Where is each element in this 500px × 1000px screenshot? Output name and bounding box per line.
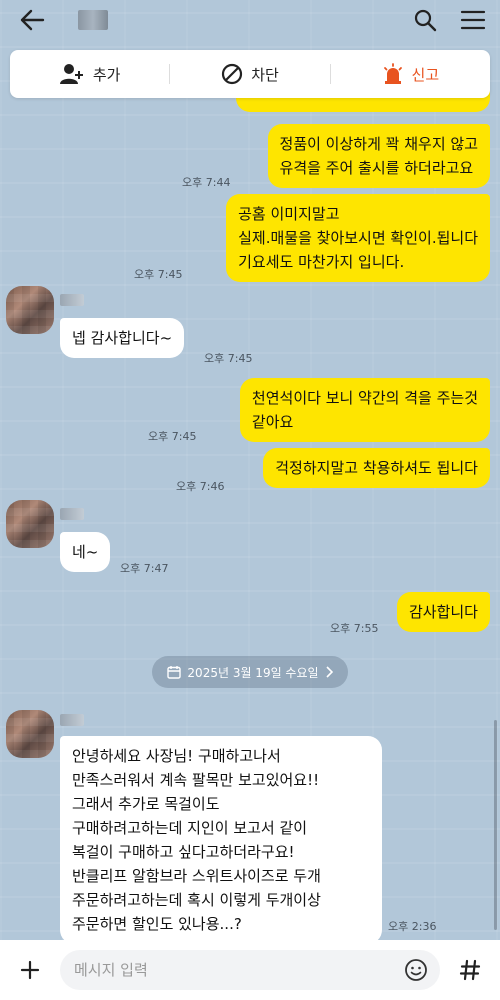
partner-avatar[interactable] xyxy=(6,500,54,548)
report-label: 신고 xyxy=(411,65,440,84)
block-button[interactable]: 차단 xyxy=(170,50,329,98)
message-bubble-mine[interactable]: 정품이 이상하게 꽉 채우지 않고 유격을 주어 출시를 하더라고요 xyxy=(267,124,490,188)
add-person-icon xyxy=(59,64,83,84)
message-time: 오후 7:44 xyxy=(182,176,231,189)
chevron-right-icon xyxy=(325,666,333,678)
emoji-button[interactable] xyxy=(402,956,430,984)
date-divider[interactable]: 2025년 3월 19일 수요일 xyxy=(152,656,348,688)
add-friend-button[interactable]: 추가 xyxy=(10,50,169,98)
sender-name-blurred xyxy=(60,294,84,306)
message-time: 오후 7:45 xyxy=(204,352,253,365)
message-time: 오후 7:55 xyxy=(330,622,379,635)
friend-action-card: 추가 차단 신고 xyxy=(10,50,490,98)
message-time: 오후 7:45 xyxy=(134,268,183,281)
message-input[interactable] xyxy=(74,961,402,979)
hashtag-icon xyxy=(459,959,481,981)
add-friend-label: 추가 xyxy=(92,65,121,84)
block-label: 차단 xyxy=(251,65,279,84)
message-time: 오후 2:36 xyxy=(388,920,437,933)
message-bubble-mine[interactable]: 공홈 이미지말고 실제.매물을 찾아보시면 확인이.됩니다 기요세도 마찬가지 … xyxy=(226,194,490,282)
chat-area[interactable]: 정품이 이상하게 꽉 채우지 않고 유격을 주어 출시를 하더라고요 오후 7:… xyxy=(0,0,500,944)
message-bubble-partner[interactable]: 안녕하세요 사장님! 구매하고나서 만족스러워서 계속 팔목만 보고있어요!! … xyxy=(60,736,382,944)
plus-icon xyxy=(20,960,40,980)
partner-avatar[interactable] xyxy=(6,710,54,758)
calendar-icon xyxy=(167,666,182,679)
message-bubble-mine[interactable]: 걱정하지말고 착용하셔도 됩니다 xyxy=(263,448,490,488)
message-bubble-mine[interactable]: 감사합니다 xyxy=(396,592,490,632)
sender-name-blurred xyxy=(60,508,84,520)
attach-button[interactable] xyxy=(10,950,50,990)
emoji-icon xyxy=(405,959,427,981)
message-time: 오후 7:47 xyxy=(120,562,169,575)
message-time: 오후 7:46 xyxy=(176,480,225,493)
message-bubble-partner[interactable]: 네~ xyxy=(60,532,111,572)
hashtag-button[interactable] xyxy=(450,950,490,990)
block-icon xyxy=(222,63,243,85)
message-input-wrapper xyxy=(60,950,440,990)
partner-avatar[interactable] xyxy=(6,286,54,334)
report-button[interactable]: 신고 xyxy=(331,50,490,98)
message-bubble-partner[interactable]: 넵 감사합니다~ xyxy=(60,318,185,358)
date-text: 2025년 3월 19일 수요일 xyxy=(187,665,319,680)
message-input-bar xyxy=(0,940,500,1000)
sender-name-blurred xyxy=(60,714,84,726)
message-bubble-mine[interactable]: 천연석이다 보니 약간의 격을 주는것 같아요 xyxy=(239,378,490,442)
message-time: 오후 7:45 xyxy=(148,430,197,443)
siren-icon xyxy=(383,63,402,84)
scrollbar[interactable] xyxy=(494,720,497,930)
